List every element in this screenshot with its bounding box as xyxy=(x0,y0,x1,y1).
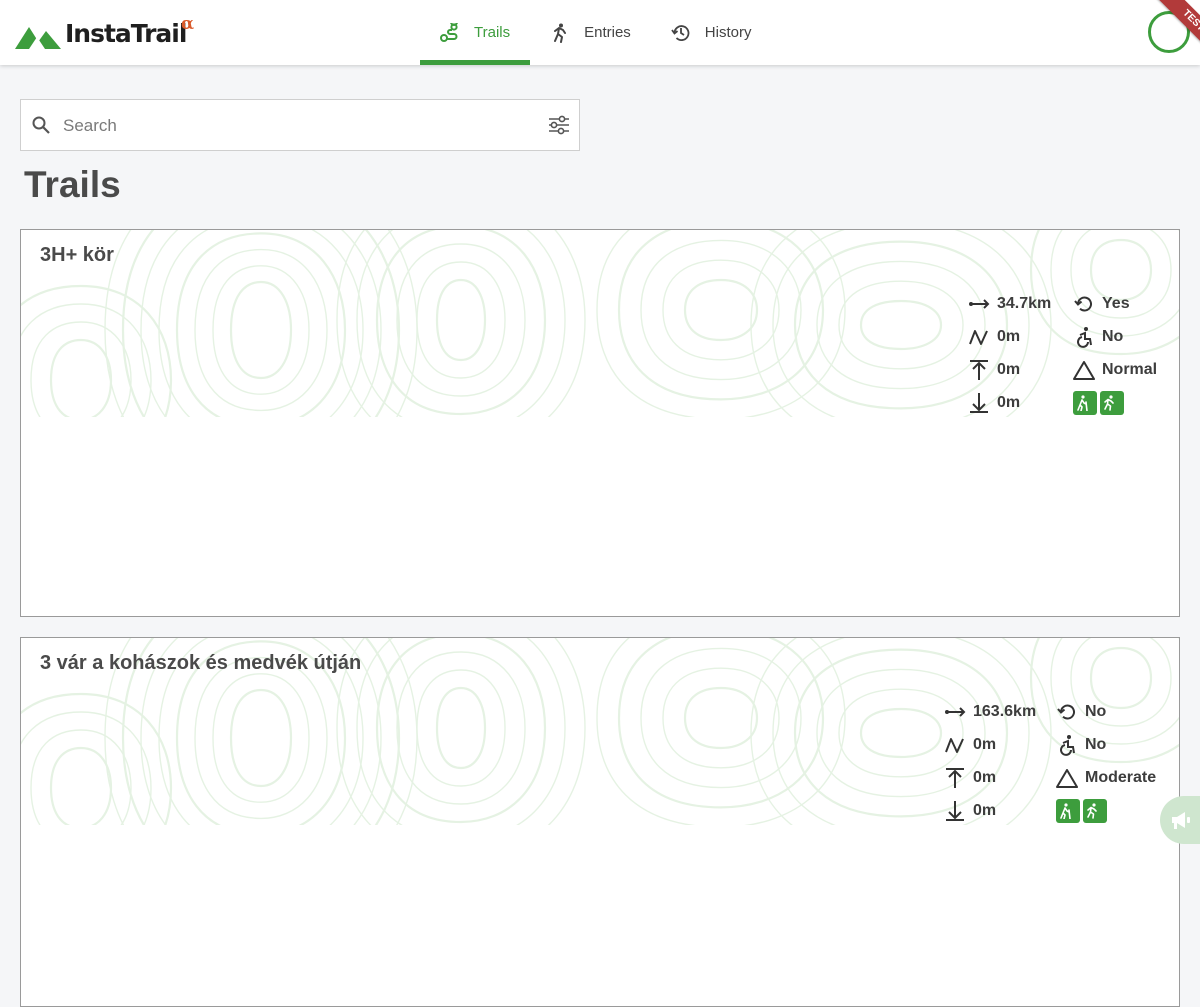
app-header: InstaTrail α Trails Entries History TEST xyxy=(0,0,1200,65)
main-nav: Trails Entries History xyxy=(420,0,771,65)
descent-icon xyxy=(970,392,988,413)
descent-value: 0m xyxy=(997,393,1021,411)
search-input[interactable] xyxy=(61,100,535,152)
ascent-stat: 0m xyxy=(968,353,1073,386)
app-logo[interactable]: InstaTrail α xyxy=(15,14,194,49)
history-icon xyxy=(671,24,690,41)
hiking-icon xyxy=(1056,798,1080,823)
circular-stat: No xyxy=(1056,695,1156,728)
tab-entries[interactable]: Entries xyxy=(530,0,651,65)
trail-stats: 163.6km 0m 0m 0m No No Moderate xyxy=(944,695,1156,827)
difficulty-value: Normal xyxy=(1102,360,1158,378)
difficulty-triangle-icon xyxy=(1056,768,1078,788)
elevation-profile-icon xyxy=(945,737,964,753)
elevation-value: 0m xyxy=(973,735,997,753)
elevation-value: 0m xyxy=(997,327,1021,345)
tab-history[interactable]: History xyxy=(651,0,772,65)
trail-card[interactable]: 3 vár a kohászok és medvék útján 163.6km… xyxy=(20,637,1180,1007)
accessible-value: No xyxy=(1085,735,1107,753)
descent-stat: 0m xyxy=(968,386,1073,419)
tab-trails[interactable]: Trails xyxy=(420,0,531,65)
loop-icon xyxy=(1074,296,1092,311)
running-icon xyxy=(1083,798,1107,823)
elevation-stat: 0m xyxy=(968,320,1073,353)
tab-trails-label: Trails xyxy=(474,24,511,41)
alpha-badge: α xyxy=(181,14,195,34)
descent-value: 0m xyxy=(973,801,997,819)
runner-icon xyxy=(554,23,567,43)
app-name: InstaTrail xyxy=(65,19,187,48)
difficulty-triangle-icon xyxy=(1073,360,1095,380)
difficulty-value: Moderate xyxy=(1085,768,1157,786)
loop-icon xyxy=(1057,704,1075,719)
page-title: Trails xyxy=(24,164,121,205)
ascent-icon xyxy=(946,767,964,788)
accessible-stat: No xyxy=(1056,728,1156,761)
difficulty-stat: Normal xyxy=(1073,353,1157,386)
distance-icon xyxy=(969,298,990,309)
distance-icon xyxy=(945,706,966,717)
descent-icon xyxy=(946,800,964,821)
activity-badges xyxy=(1073,386,1157,419)
accessible-value: No xyxy=(1102,327,1124,345)
trail-name: 3 vár a kohászok és medvék útján xyxy=(40,652,362,674)
ascent-value: 0m xyxy=(973,768,997,786)
megaphone-icon xyxy=(1172,812,1190,829)
trail-stats: 34.7km 0m 0m 0m Yes No Normal xyxy=(968,287,1157,419)
running-icon xyxy=(1100,390,1124,415)
elevation-profile-icon xyxy=(969,329,988,345)
activity-badges xyxy=(1056,794,1156,827)
ascent-stat: 0m xyxy=(944,761,1056,794)
tab-history-label: History xyxy=(704,24,752,41)
search-icon xyxy=(32,116,50,134)
filter-sliders-icon[interactable] xyxy=(548,114,570,136)
distance-value: 34.7km xyxy=(997,294,1052,312)
route-icon xyxy=(440,22,458,42)
wheelchair-icon xyxy=(1077,326,1092,348)
trail-name: 3H+ kör xyxy=(40,244,114,266)
accessible-stat: No xyxy=(1073,320,1157,353)
circular-value: No xyxy=(1085,702,1107,720)
tab-entries-label: Entries xyxy=(584,24,631,41)
ascent-icon xyxy=(970,359,988,380)
difficulty-stat: Moderate xyxy=(1056,761,1156,794)
ascent-value: 0m xyxy=(997,360,1021,378)
hiking-icon xyxy=(1073,390,1097,415)
search-bar xyxy=(20,99,580,152)
wheelchair-icon xyxy=(1060,734,1075,756)
descent-stat: 0m xyxy=(944,794,1056,827)
distance-stat: 163.6km xyxy=(944,695,1056,728)
trail-card[interactable]: 3H+ kör 34.7km 0m 0m 0m Yes No Normal xyxy=(20,229,1180,617)
mountain-logo-icon xyxy=(15,27,61,49)
distance-stat: 34.7km xyxy=(968,287,1073,320)
circular-stat: Yes xyxy=(1073,287,1157,320)
elevation-stat: 0m xyxy=(944,728,1056,761)
feedback-button[interactable] xyxy=(1160,796,1200,844)
distance-value: 163.6km xyxy=(973,702,1037,720)
circular-value: Yes xyxy=(1102,294,1130,312)
